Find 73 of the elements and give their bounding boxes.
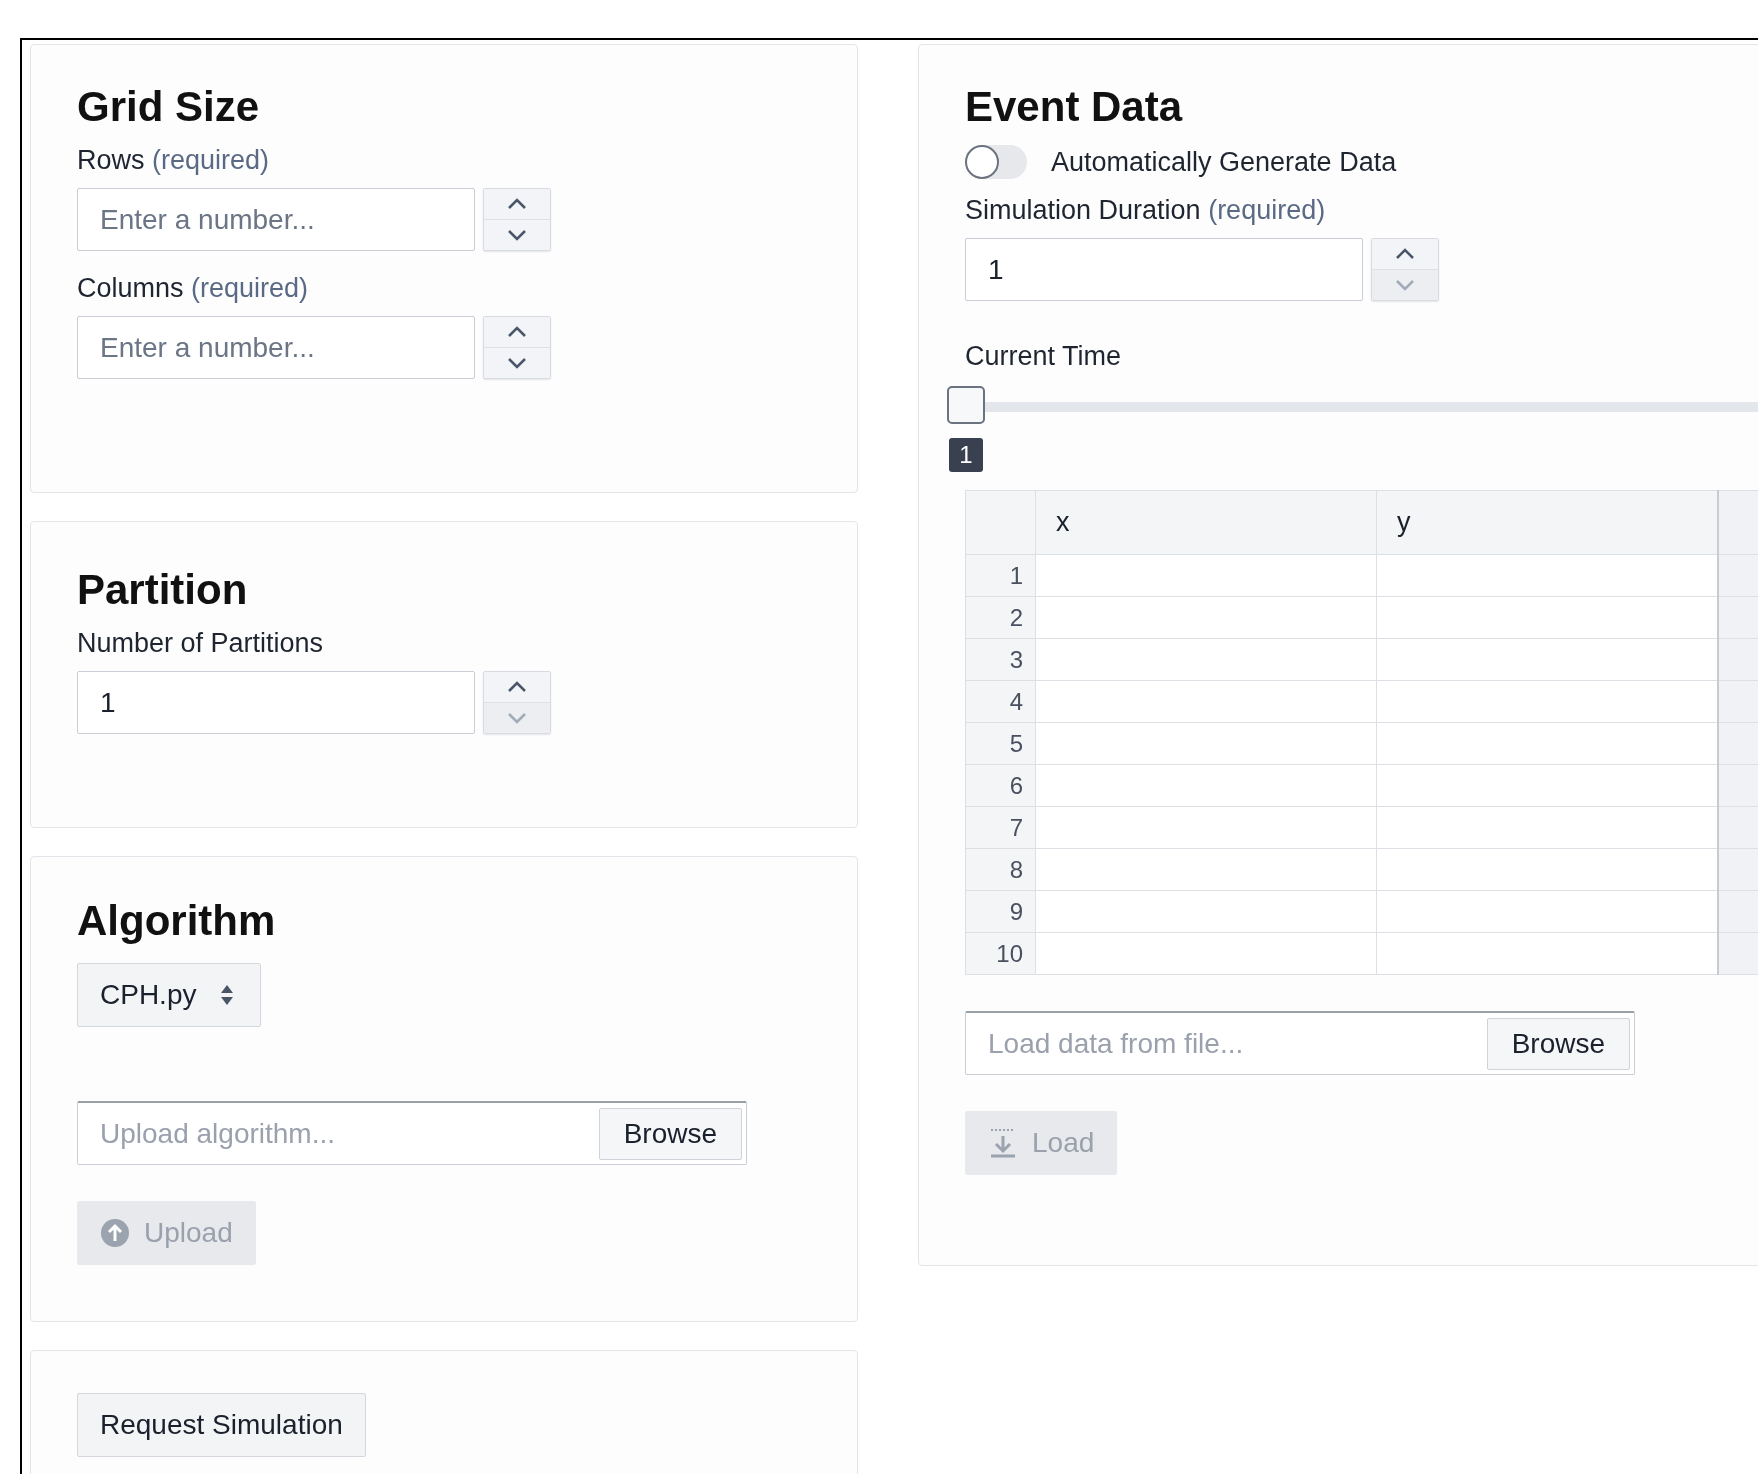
row-header: 7	[965, 806, 1036, 849]
browse-button[interactable]: Browse	[598, 1107, 742, 1160]
chevron-up-icon	[1395, 248, 1415, 260]
chevron-down-icon	[507, 357, 527, 369]
increment-button[interactable]	[484, 317, 550, 347]
table-cell[interactable]	[1376, 638, 1718, 681]
table-cell[interactable]	[1376, 680, 1718, 723]
table-cell[interactable]	[1376, 764, 1718, 807]
field-label: Columns (required)	[77, 273, 310, 304]
chevron-down-icon	[507, 712, 527, 724]
table-corner	[965, 490, 1036, 555]
field-label: Simulation Duration (required)	[965, 195, 1327, 226]
table-cell[interactable]	[1376, 932, 1718, 975]
arrow-up-circle-icon	[100, 1218, 130, 1248]
table-cell[interactable]	[1035, 722, 1377, 765]
increment-button[interactable]	[1372, 239, 1438, 269]
table-cell[interactable]	[1376, 596, 1718, 639]
field-label: Number of Partitions	[77, 628, 325, 659]
table-cell[interactable]	[1376, 554, 1718, 597]
chevron-down-icon	[1395, 279, 1415, 291]
value-badge: 1	[949, 438, 983, 472]
number-input[interactable]: 1	[965, 238, 1363, 301]
table-cell[interactable]	[1035, 932, 1377, 975]
row-header: 2	[965, 596, 1036, 639]
chevron-down-icon	[507, 229, 527, 241]
table-cell[interactable]	[1035, 848, 1377, 891]
chevron-up-icon	[507, 198, 527, 210]
table-cell[interactable]	[1035, 806, 1377, 849]
chevron-up-icon	[507, 326, 527, 338]
table-cell[interactable]	[1035, 554, 1377, 597]
row-header: 6	[965, 764, 1036, 807]
browse-button[interactable]: Browse	[1486, 1017, 1630, 1070]
table-cell[interactable]	[1035, 764, 1377, 807]
toggle-switch[interactable]	[965, 145, 1027, 179]
row-header: 8	[965, 848, 1036, 891]
section-title: Event Data	[965, 83, 1183, 131]
request-simulation-button[interactable]: Request Simulation	[77, 1393, 366, 1457]
number-input[interactable]: Enter a number...	[77, 188, 475, 251]
row-header: 3	[965, 638, 1036, 681]
file-input[interactable]: Load data from file... Browse	[965, 1011, 1635, 1075]
table-cell[interactable]	[1376, 890, 1718, 933]
file-input[interactable]: Upload algorithm... Browse	[77, 1101, 747, 1165]
row-header: 5	[965, 722, 1036, 765]
column-header[interactable]: y	[1376, 490, 1718, 555]
slider-thumb[interactable]	[947, 386, 985, 424]
table-cell[interactable]	[1376, 848, 1718, 891]
number-input[interactable]: Enter a number...	[77, 316, 475, 379]
row-header: 4	[965, 680, 1036, 723]
column-header[interactable]: x	[1035, 490, 1377, 555]
chevron-up-icon	[507, 681, 527, 693]
algorithm-select[interactable]: CPH.py	[77, 963, 262, 1027]
field-label: Current Time	[965, 341, 1122, 372]
table-cell[interactable]	[1035, 680, 1377, 723]
table-cell[interactable]	[1035, 890, 1377, 933]
toggle-label: Automatically Generate Data	[1051, 146, 1397, 178]
table-cell[interactable]	[1376, 722, 1718, 765]
table-cell[interactable]	[1035, 638, 1377, 681]
section-title: Algorithm	[77, 897, 276, 945]
table-cell[interactable]	[1035, 596, 1377, 639]
table-cell[interactable]	[1376, 806, 1718, 849]
section-title: Partition	[77, 566, 248, 614]
decrement-button[interactable]	[484, 219, 550, 250]
section-title: Grid Size	[77, 83, 260, 131]
field-label: Rows (required)	[77, 145, 271, 176]
number-input[interactable]: 1	[77, 671, 475, 734]
row-header: 1	[965, 554, 1036, 597]
increment-button[interactable]	[484, 189, 550, 219]
row-header: 10	[965, 932, 1036, 975]
increment-button[interactable]	[484, 672, 550, 702]
row-header: 9	[965, 890, 1036, 933]
decrement-button[interactable]	[484, 347, 550, 378]
sort-caret-icon	[220, 983, 235, 1007]
download-icon	[988, 1127, 1018, 1159]
